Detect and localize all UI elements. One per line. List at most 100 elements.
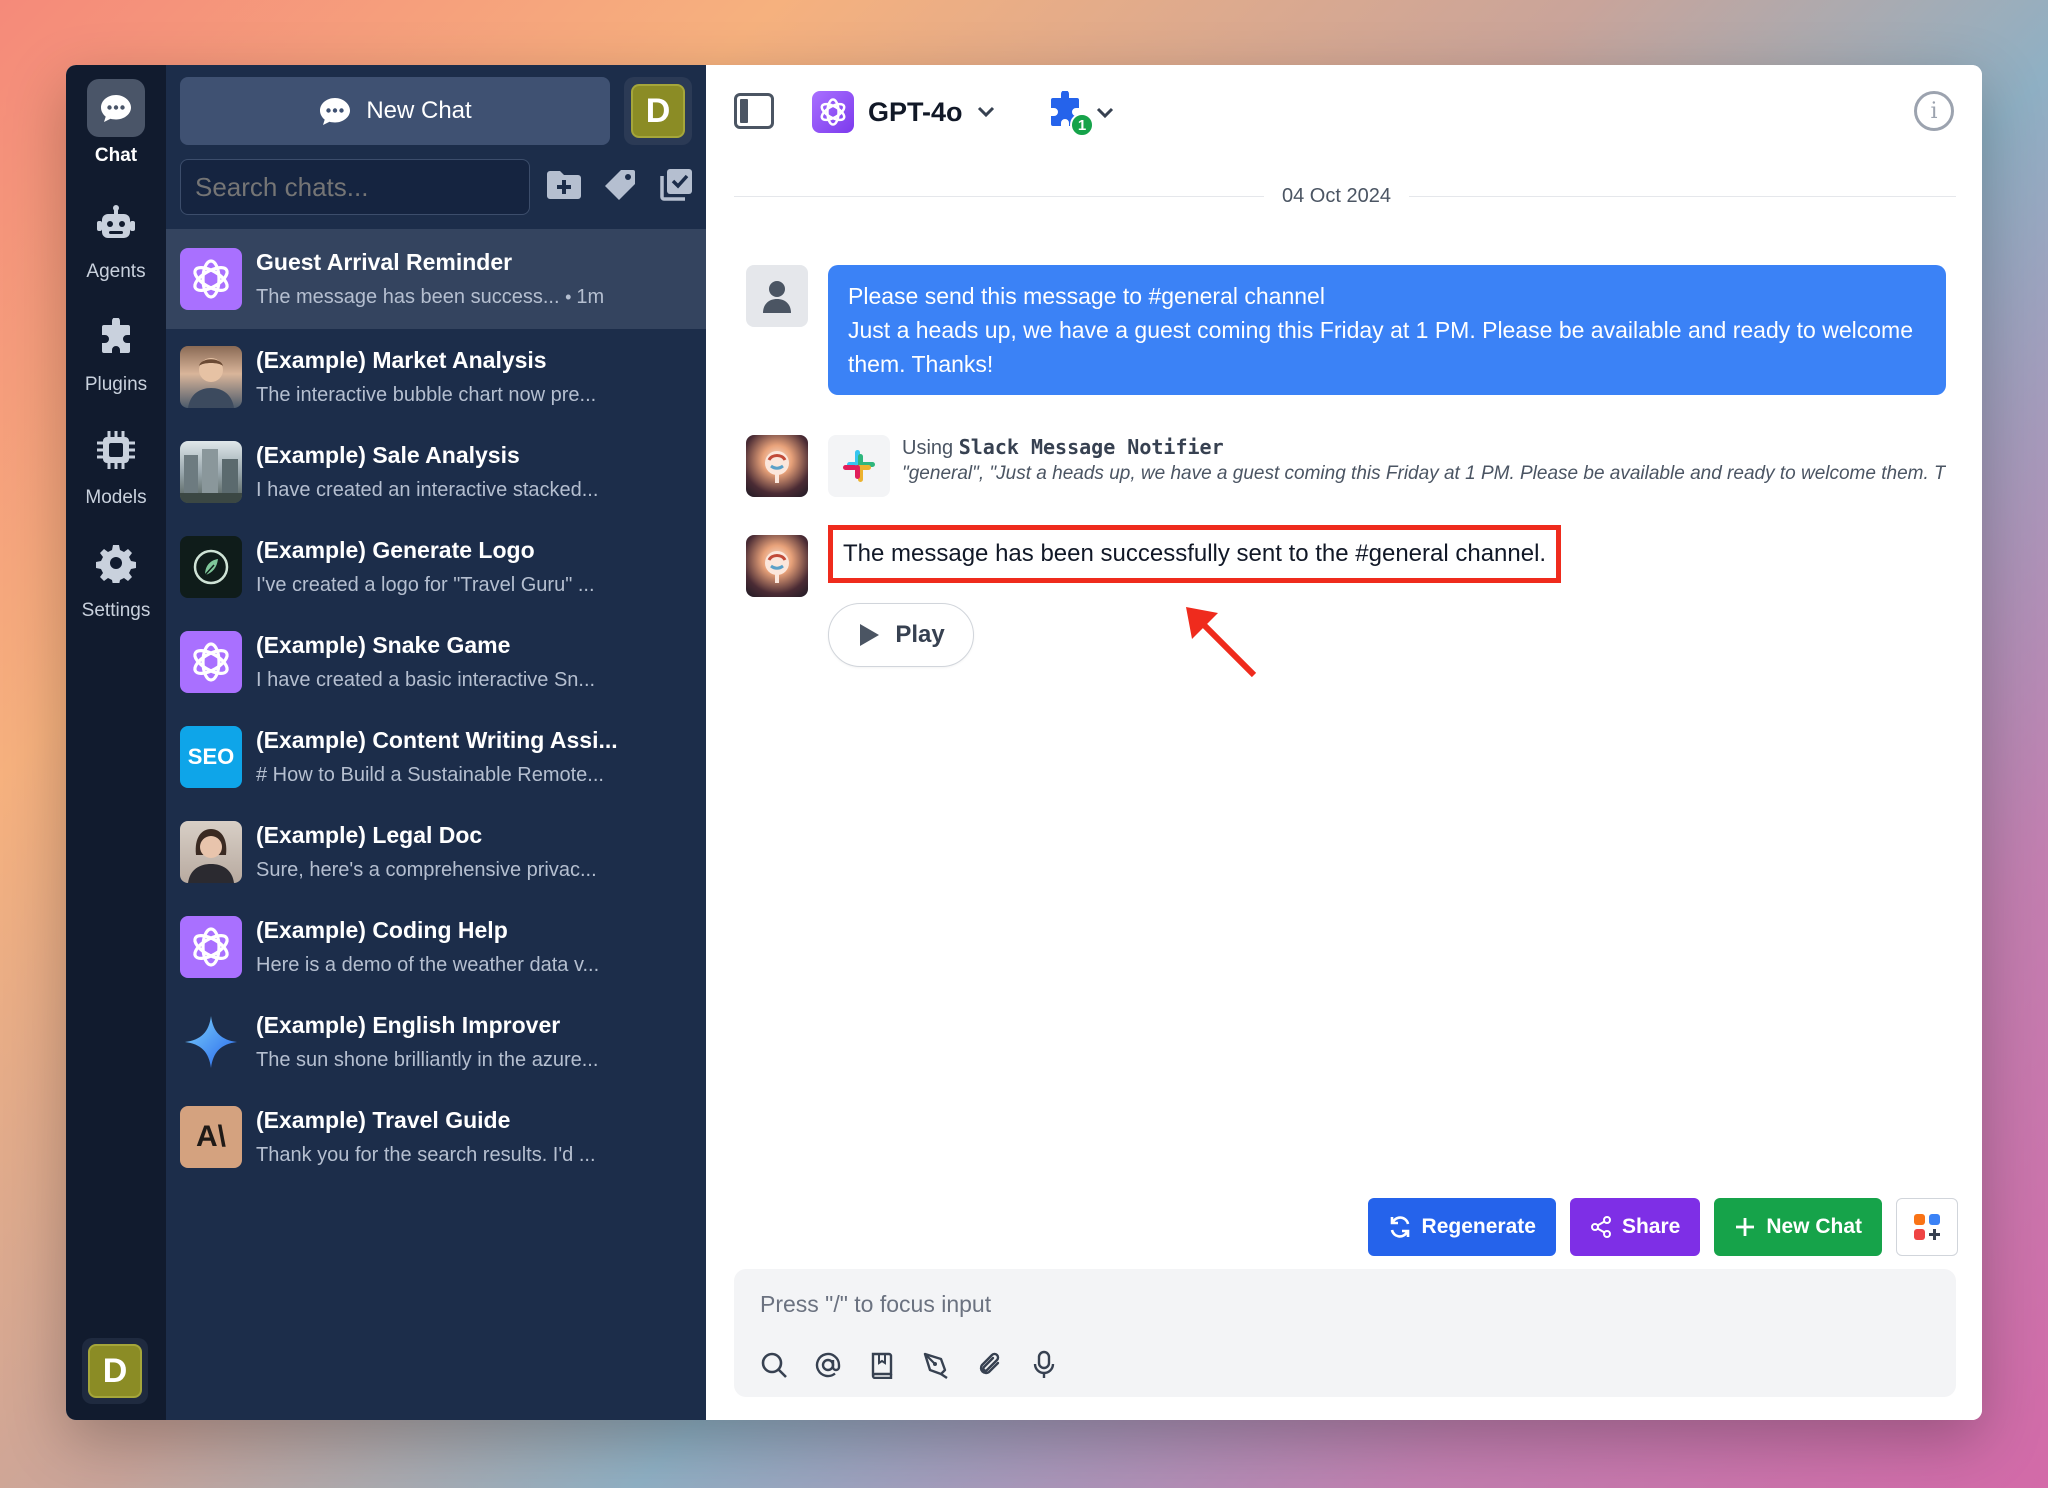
chip-icon (87, 421, 145, 479)
avatar: D (88, 1344, 142, 1398)
apps-grid-button[interactable] (1896, 1198, 1958, 1256)
rail-item-models[interactable]: Models (66, 421, 166, 509)
chat-bubble-icon (320, 98, 351, 125)
mention-icon[interactable] (812, 1349, 844, 1381)
play-audio-button[interactable]: Play (828, 603, 974, 667)
model-selector[interactable]: GPT-4o (812, 91, 995, 133)
chevron-down-icon (977, 106, 994, 118)
chat-title: (Example) Market Analysis (256, 346, 547, 373)
puzzle-icon (87, 308, 145, 366)
message-composer[interactable]: Press "/" to focus input (734, 1269, 1956, 1397)
new-folder-icon[interactable] (544, 165, 584, 205)
composer-placeholder: Press "/" to focus input (760, 1291, 992, 1317)
chat-item[interactable]: (Example) Snake Game I have created a ba… (166, 614, 706, 709)
chat-title: (Example) Sale Analysis (256, 441, 520, 468)
new-chat-action-button[interactable]: New Chat (1714, 1198, 1882, 1256)
gear-icon (87, 534, 145, 592)
tool-using-prefix: Using (902, 437, 954, 459)
rail-item-plugins[interactable]: Plugins (66, 308, 166, 396)
annotation-arrow-icon (1186, 607, 1257, 678)
person-icon (763, 281, 791, 313)
paperclip-icon[interactable] (974, 1349, 1006, 1381)
date-divider: 04 Oct 2024 (734, 185, 1956, 208)
assistant-avatar (746, 435, 808, 497)
man-portrait-thumbnail (180, 345, 242, 408)
share-label: Share (1621, 1215, 1681, 1238)
rail-item-agents[interactable]: Agents (66, 195, 166, 283)
chat-sidebar: New Chat D Guest Arrival Reminder (166, 65, 706, 1420)
share-icon (1590, 1216, 1611, 1238)
chat-item[interactable]: (Example) Generate Logo I've created a l… (166, 519, 706, 614)
user-avatar-button[interactable]: D (624, 77, 692, 145)
assistant-avatar (746, 535, 808, 597)
sidebar-tools (544, 165, 696, 205)
tool-call-arguments: "general", "Just a heads up, we have a g… (902, 463, 1946, 484)
plus-icon (1736, 1218, 1755, 1236)
user-message-line: Please send this message to #general cha… (848, 283, 1325, 309)
chat-preview: Here is a demo of the weather data v... (256, 953, 600, 976)
rail-label: Chat (94, 145, 138, 166)
chat-item[interactable]: (Example) English Improver The sun shone… (166, 994, 706, 1089)
new-chat-action-label: New Chat (1766, 1215, 1862, 1238)
chat-time: 1m (576, 286, 605, 308)
search-chats-input[interactable] (180, 159, 530, 215)
info-icon[interactable]: i (1914, 91, 1954, 131)
chat-preview: The interactive bubble chart now pre... (256, 383, 597, 406)
chat-item[interactable]: (Example) Sale Analysis I have created a… (166, 424, 706, 519)
chat-list: Guest Arrival Reminder The message has b… (166, 229, 706, 1184)
chat-item[interactable]: SEO (Example) Content Writing Assi... # … (166, 709, 706, 804)
chat-main: GPT-4o 1 i 04 Oct 2024 Please send this … (706, 65, 1982, 1420)
select-multiple-icon[interactable] (656, 165, 696, 205)
plugin-count-badge: 1 (1070, 113, 1094, 137)
slack-logo-icon (828, 435, 890, 497)
chat-bubble-icon (87, 79, 145, 137)
openai-logo-icon (180, 248, 242, 310)
sidebar-toggle-icon[interactable] (734, 93, 774, 129)
chat-preview: I've created a logo for "Travel Guru" ..… (256, 573, 595, 596)
share-button[interactable]: Share (1569, 1198, 1701, 1256)
tag-icon[interactable] (600, 165, 640, 205)
woman-portrait-thumbnail (180, 820, 242, 883)
user-avatar (746, 265, 808, 327)
chat-item[interactable]: (Example) Coding Help Here is a demo of … (166, 899, 706, 994)
regenerate-button[interactable]: Regenerate (1367, 1198, 1556, 1256)
message-actions: Regenerate Share New Chat (1367, 1198, 1958, 1256)
rail-label: Settings (81, 600, 151, 621)
avatar: D (631, 84, 685, 138)
anthropic-logo-icon: A\ (180, 1105, 242, 1168)
seo-logo-icon: SEO (180, 725, 242, 788)
regenerate-label: Regenerate (1421, 1215, 1536, 1238)
chat-title: (Example) English Improver (256, 1011, 561, 1038)
leaf-logo-icon (180, 535, 242, 598)
robot-icon (87, 195, 145, 253)
search-icon[interactable] (758, 1349, 790, 1381)
divider-line (1408, 196, 1956, 197)
rail-label: Agents (86, 261, 146, 282)
chat-item[interactable]: (Example) Legal Doc Sure, here's a compr… (166, 804, 706, 899)
plugin-puzzle-icon: 1 (1046, 90, 1094, 137)
chat-title: (Example) Coding Help (256, 916, 508, 943)
chat-item[interactable]: A\ (Example) Travel Guide Thank you for … (166, 1089, 706, 1184)
chat-item[interactable]: (Example) Market Analysis The interactiv… (166, 329, 706, 424)
model-name: GPT-4o (868, 96, 963, 127)
pen-tool-icon[interactable] (920, 1349, 952, 1381)
prompt-library-icon[interactable] (866, 1349, 898, 1381)
chat-item[interactable]: Guest Arrival Reminder The message has b… (166, 229, 706, 329)
openai-logo-icon (812, 91, 854, 133)
refresh-icon (1390, 1216, 1409, 1238)
plugin-selector[interactable]: 1 (1046, 90, 1114, 137)
openai-logo-icon (180, 630, 242, 693)
user-avatar-button[interactable]: D (82, 1338, 148, 1404)
new-chat-button[interactable]: New Chat (180, 77, 610, 145)
microphone-icon[interactable] (1028, 1349, 1060, 1381)
rail-item-settings[interactable]: Settings (66, 534, 166, 622)
tool-call-header: Using Slack Message Notifier (902, 435, 1224, 460)
chat-title: (Example) Content Writing Assi... (256, 726, 618, 753)
conversation-date: 04 Oct 2024 (1282, 185, 1391, 207)
rail-item-chat[interactable]: Chat (66, 79, 166, 167)
openai-logo-icon (180, 915, 242, 978)
gemini-sparkle-icon (180, 1011, 242, 1073)
chat-preview: Sure, here's a comprehensive privac... (256, 858, 597, 881)
chat-preview: # How to Build a Sustainable Remote... (256, 763, 604, 786)
chat-title: Guest Arrival Reminder (256, 249, 513, 275)
